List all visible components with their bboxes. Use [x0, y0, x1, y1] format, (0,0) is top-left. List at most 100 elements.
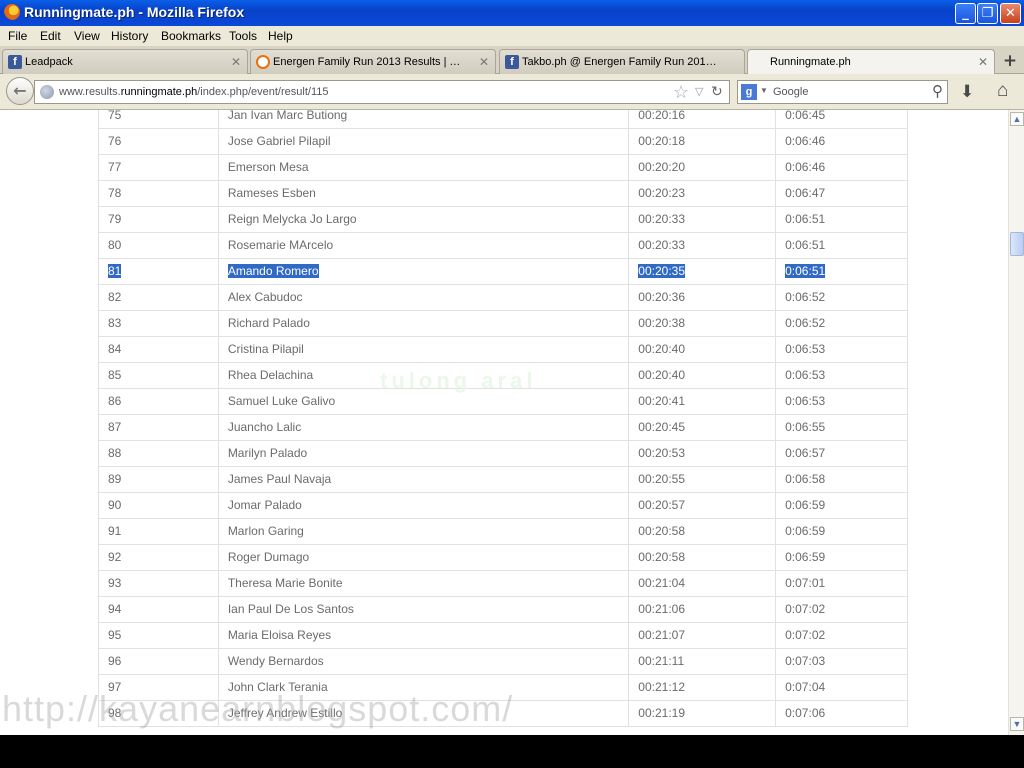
rank-cell: 75	[98, 110, 219, 129]
home-icon[interactable]: ⌂	[997, 80, 1008, 102]
time-cell: 00:20:35	[628, 258, 777, 285]
name-cell-text: Jomar Palado	[227, 498, 302, 512]
vertical-scrollbar[interactable]: ▲ ▼	[1008, 110, 1024, 735]
scroll-down-icon[interactable]: ▼	[1010, 717, 1024, 731]
time-cell-text: 00:20:20	[638, 160, 686, 174]
close-tab-icon[interactable]: ✕	[978, 55, 988, 69]
pace-cell: 0:06:57	[775, 440, 908, 467]
rank-cell-text: 79	[108, 212, 122, 226]
time-cell: 00:21:07	[628, 622, 777, 649]
name-cell-text: Theresa Marie Bonite	[227, 576, 343, 590]
table-row: 78 Rameses Esben 00:20:23 0:06:47	[98, 180, 908, 207]
rank-cell: 81	[98, 258, 219, 285]
google-icon[interactable]: g	[741, 84, 757, 100]
tab-label: Leadpack	[25, 56, 73, 68]
menu-bookmarks[interactable]: Bookmarks	[161, 29, 221, 43]
globe-icon	[40, 85, 54, 99]
name-cell: Jomar Palado	[218, 492, 630, 519]
new-tab-icon[interactable]: +	[1000, 51, 1020, 71]
maximize-button[interactable]: ❐	[977, 3, 998, 24]
table-row: 92 Roger Dumago 00:20:58 0:06:59	[98, 544, 908, 571]
name-cell-text: Wendy Bernardos	[227, 654, 324, 668]
menu-edit[interactable]: Edit	[40, 29, 61, 43]
rank-cell: 76	[98, 128, 219, 155]
tab-leadpack[interactable]: f Leadpack ✕	[2, 49, 248, 74]
close-tab-icon[interactable]: ✕	[479, 55, 489, 69]
name-cell: Jan Ivan Marc Butiong	[218, 110, 630, 129]
time-cell-text: 00:20:53	[638, 446, 686, 460]
pace-cell-text: 0:06:51	[785, 264, 826, 278]
pace-cell: 0:06:53	[775, 388, 908, 415]
rank-cell-text: 81	[108, 264, 122, 278]
pace-cell-text: 0:06:55	[785, 420, 826, 434]
watermark-center: tulong aral	[380, 368, 537, 393]
table-row: 87 Juancho Lalic 00:20:45 0:06:55	[98, 414, 908, 441]
name-cell-text: Maria Eloisa Reyes	[227, 628, 332, 642]
name-cell: Theresa Marie Bonite	[218, 570, 630, 597]
menu-file[interactable]: File	[8, 29, 27, 43]
menu-tools[interactable]: Tools	[229, 29, 257, 43]
name-cell-text: Samuel Luke Galivo	[227, 394, 336, 408]
results-table: 75 Jan Ivan Marc Butiong 00:20:16 0:06:45 76…	[98, 110, 908, 727]
close-tab-icon[interactable]: ✕	[231, 55, 241, 69]
name-cell: Emerson Mesa	[218, 154, 630, 181]
rank-cell: 88	[98, 440, 219, 467]
back-button[interactable]: ←	[6, 77, 34, 105]
tab-takbo-facebook[interactable]: f Takbo.ph @ Energen Family Run 2013 S..…	[499, 49, 745, 74]
bookmark-star-icon[interactable]: ☆	[673, 82, 689, 103]
time-cell-text: 00:20:35	[638, 264, 686, 278]
minimize-button[interactable]: _	[955, 3, 976, 24]
rank-cell: 83	[98, 310, 219, 337]
scroll-thumb[interactable]	[1010, 232, 1024, 256]
time-cell-text: 00:21:04	[638, 576, 686, 590]
pace-cell: 0:06:55	[775, 414, 908, 441]
time-cell-text: 00:20:57	[638, 498, 686, 512]
search-engine-dropdown-icon[interactable]: ▼	[760, 86, 768, 95]
rank-cell-text: 90	[108, 498, 122, 512]
time-cell: 00:20:36	[628, 284, 777, 311]
time-cell: 00:20:53	[628, 440, 777, 467]
menu-view[interactable]: View	[74, 29, 100, 43]
name-cell: Reign Melycka Jo Largo	[218, 206, 630, 233]
pace-cell: 0:07:03	[775, 648, 908, 675]
pace-cell-text: 0:07:01	[785, 576, 826, 590]
tab-energen-results[interactable]: Energen Family Run 2013 Results | Takb..…	[250, 49, 496, 74]
pace-cell-text: 0:07:06	[785, 706, 826, 720]
search-bar[interactable]: g ▼ Google ⚲	[737, 80, 948, 104]
menu-history[interactable]: History	[111, 29, 148, 43]
taskbar-area	[0, 735, 1024, 768]
tab-label: Takbo.ph @ Energen Family Run 2013 S...	[522, 56, 722, 68]
time-cell: 00:20:18	[628, 128, 777, 155]
search-icon[interactable]: ⚲	[932, 82, 943, 100]
table-row: 83 Richard Palado 00:20:38 0:06:52	[98, 310, 908, 337]
search-input[interactable]: Google	[773, 86, 808, 98]
scroll-up-icon[interactable]: ▲	[1010, 112, 1024, 126]
reload-icon[interactable]: ↻	[711, 83, 723, 100]
time-cell: 00:20:40	[628, 362, 777, 389]
menu-help[interactable]: Help	[268, 29, 293, 43]
pace-cell: 0:06:46	[775, 128, 908, 155]
pace-cell: 0:06:51	[775, 232, 908, 259]
table-row: 82 Alex Cabudoc 00:20:36 0:06:52	[98, 284, 908, 311]
rank-cell-text: 76	[108, 134, 122, 148]
name-cell: James Paul Navaja	[218, 466, 630, 493]
pace-cell-text: 0:06:53	[785, 342, 826, 356]
close-window-button[interactable]: ✕	[1000, 3, 1021, 24]
table-row: 93 Theresa Marie Bonite 00:21:04 0:07:01	[98, 570, 908, 597]
rank-cell-text: 91	[108, 524, 122, 538]
pace-cell-text: 0:06:47	[785, 186, 826, 200]
url-dropdown-icon[interactable]: ▽	[695, 85, 703, 98]
pace-cell: 0:06:53	[775, 336, 908, 363]
time-cell-text: 00:21:11	[638, 654, 685, 668]
url-bar[interactable]: www.results.runningmate.ph/index.php/eve…	[34, 80, 730, 104]
title-bar: Runningmate.ph - Mozilla Firefox _ ❐ ✕	[0, 0, 1024, 26]
name-cell-text: Ian Paul De Los Santos	[227, 602, 354, 616]
name-cell: Alex Cabudoc	[218, 284, 630, 311]
download-icon[interactable]: ⬇	[960, 82, 974, 102]
pace-cell: 0:06:52	[775, 284, 908, 311]
pace-cell: 0:07:01	[775, 570, 908, 597]
rank-cell-text: 77	[108, 160, 122, 174]
rank-cell-text: 94	[108, 602, 122, 616]
window-title: Runningmate.ph - Mozilla Firefox	[24, 4, 245, 20]
tab-runningmate[interactable]: Runningmate.ph ✕	[747, 49, 995, 75]
